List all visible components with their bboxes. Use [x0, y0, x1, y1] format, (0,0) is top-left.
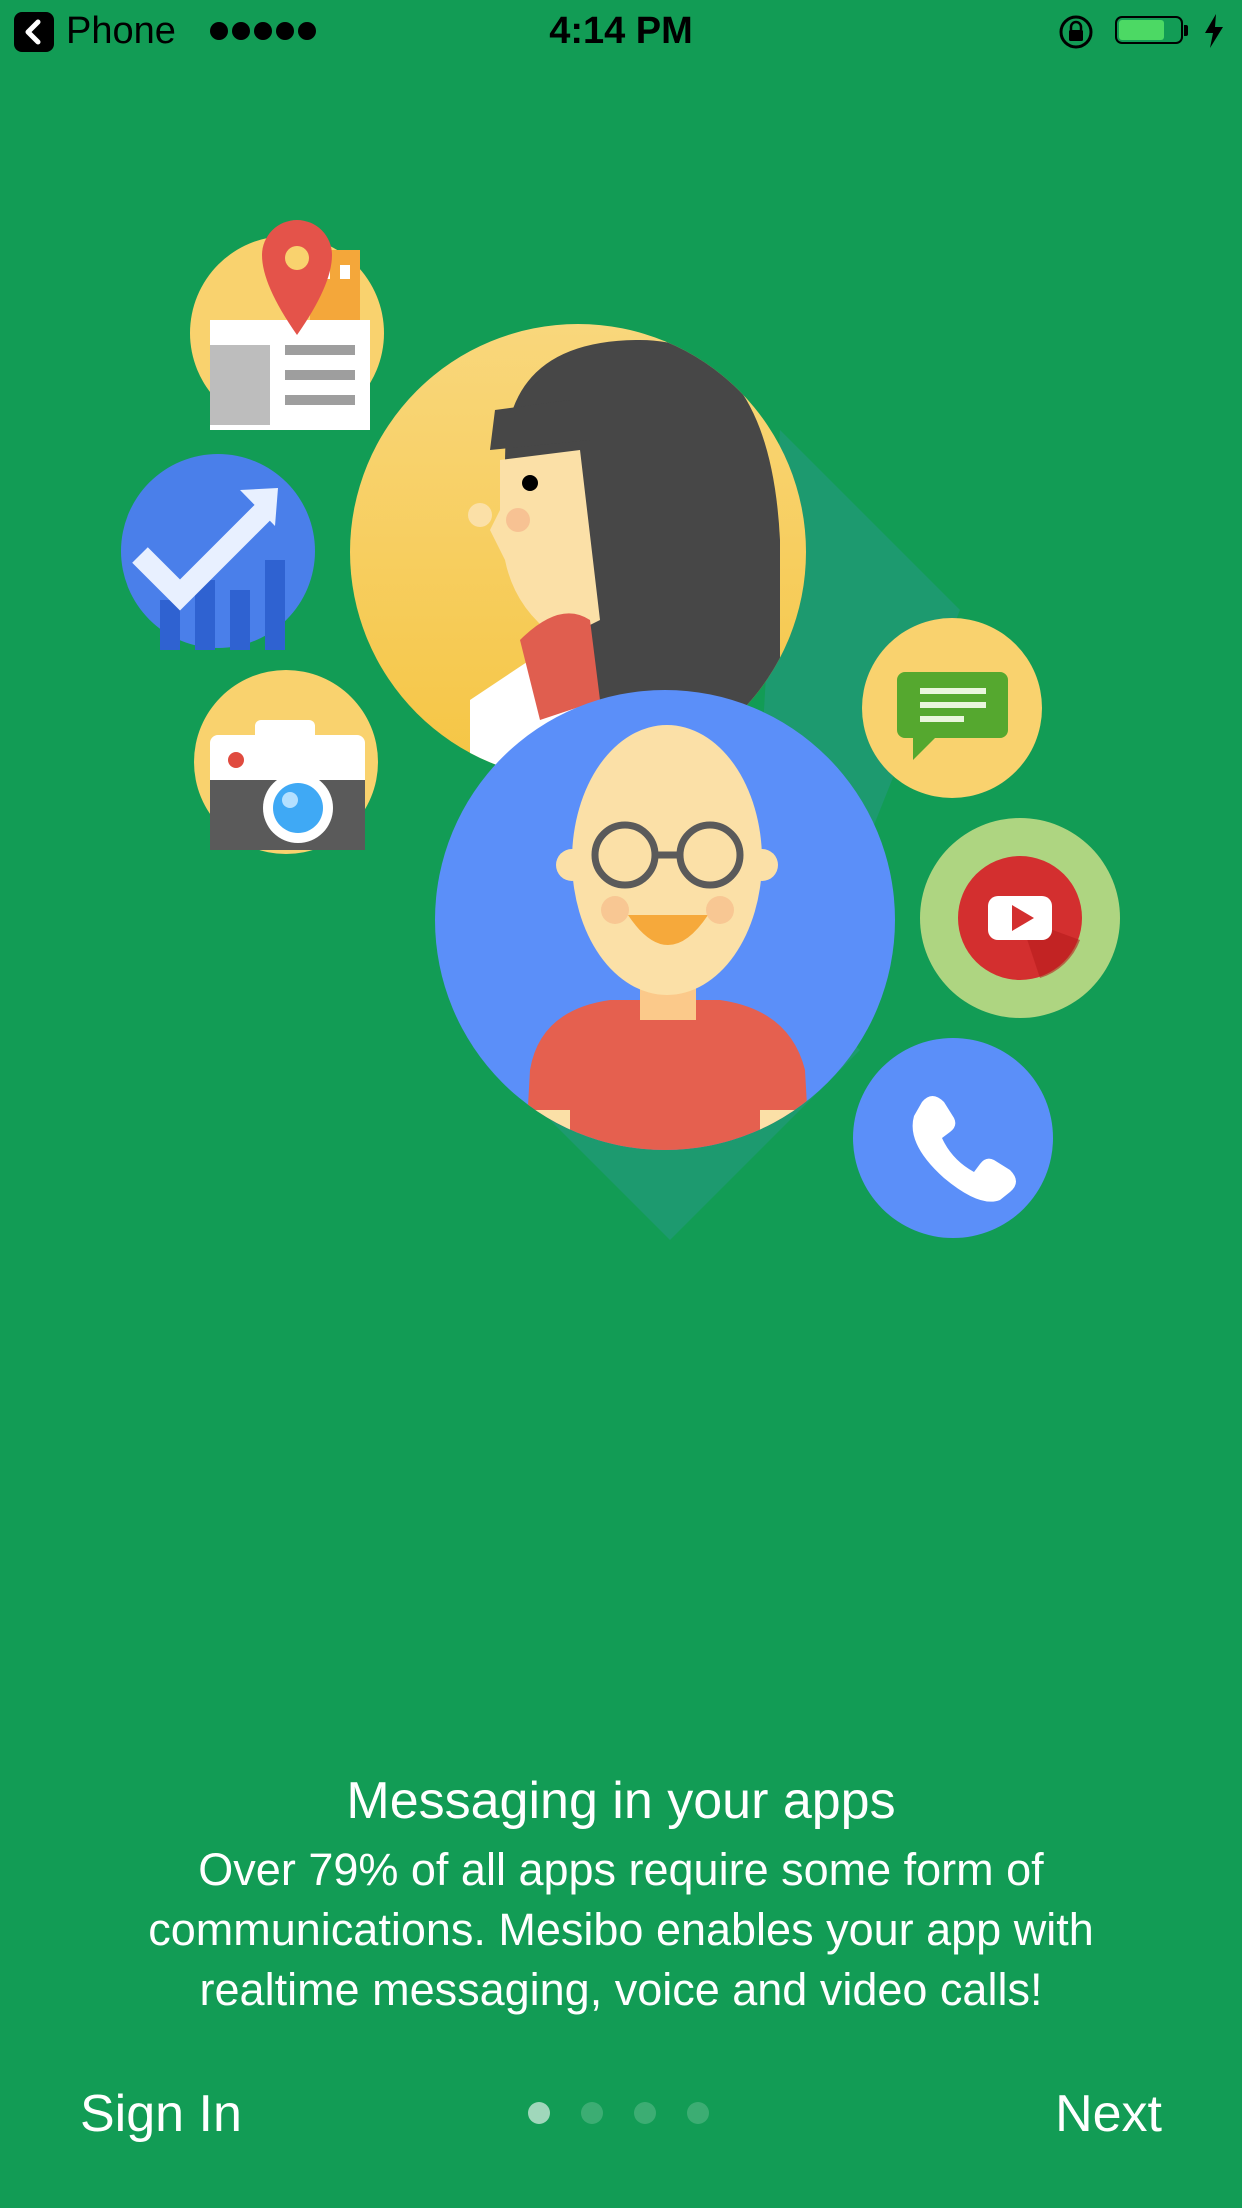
description-line: communications. Mesibo enables your app … [148, 1904, 1094, 1955]
status-bar: Phone 4:14 PM [0, 0, 1242, 62]
onboarding-illustration [121, 220, 1120, 1240]
camera-icon [194, 670, 378, 854]
bald-man-avatar [435, 690, 895, 1150]
video-play-icon [920, 818, 1120, 1018]
next-button[interactable]: Next [1055, 2083, 1162, 2145]
onboarding-description: Over 79% of all apps require some form o… [60, 1840, 1182, 2020]
map-pin-icon [190, 220, 384, 430]
page-dot[interactable] [581, 2102, 603, 2124]
sign-in-button[interactable]: Sign In [80, 2083, 242, 2145]
description-line: realtime messaging, voice and video call… [199, 1964, 1043, 2015]
onboarding-title: Messaging in your apps [346, 1772, 896, 1830]
page-dot[interactable] [528, 2102, 550, 2124]
page-dot[interactable] [634, 2102, 656, 2124]
page-indicator [528, 2100, 714, 2126]
page-dot[interactable] [687, 2102, 709, 2124]
phone-icon [853, 1038, 1053, 1238]
chat-bubble-icon [862, 618, 1042, 798]
status-time: 4:14 PM [549, 10, 693, 52]
description-line: Over 79% of all apps require some form o… [198, 1844, 1044, 1895]
battery-icon [1115, 16, 1188, 46]
orientation-lock-icon [1059, 15, 1093, 49]
charging-bolt-icon [1205, 14, 1223, 48]
trending-up-icon [121, 454, 315, 650]
